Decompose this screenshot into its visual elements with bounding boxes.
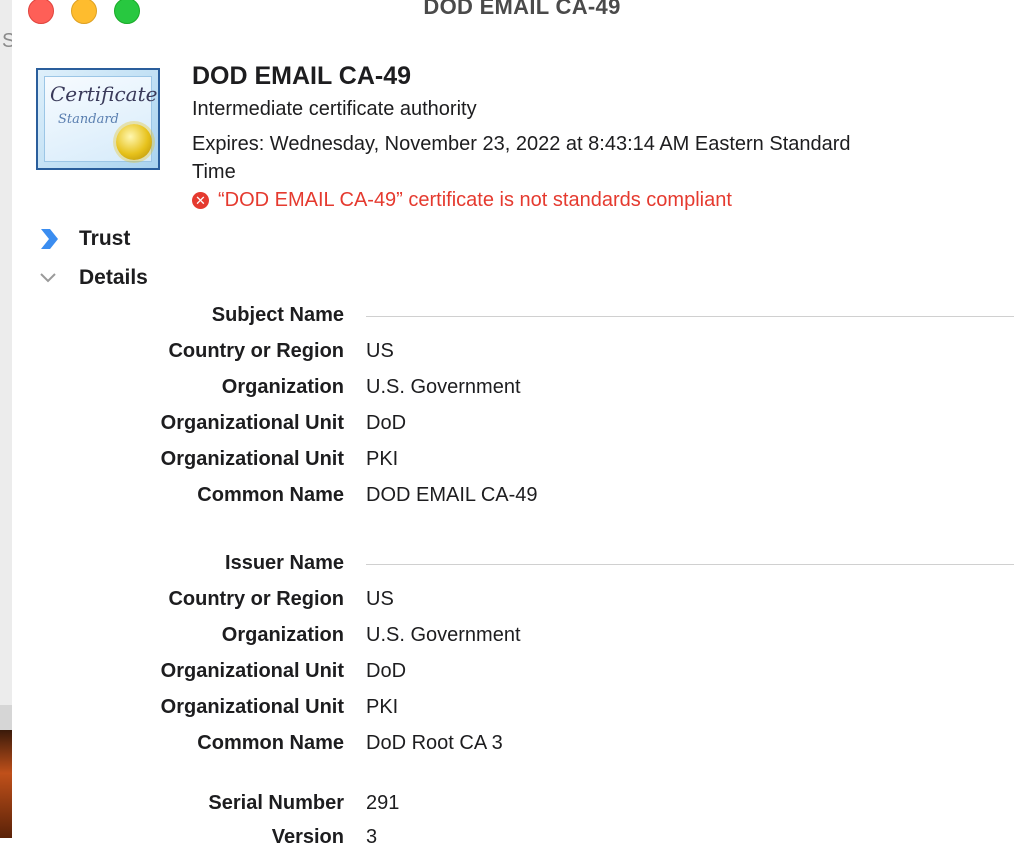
detail-label: Country or Region (168, 340, 344, 362)
details-disclosure[interactable]: Details (38, 266, 148, 290)
detail-row: Organizational Unit PKI (12, 448, 1012, 476)
detail-label: Common Name (197, 732, 344, 754)
certificate-name: DOD EMAIL CA-49 (192, 62, 412, 90)
serial-number-label: Serial Number (208, 792, 344, 814)
detail-row: Common Name DOD EMAIL CA-49 (12, 484, 1012, 512)
chevron-right-icon (41, 229, 58, 249)
trust-label: Trust (79, 227, 131, 250)
window-title: DOD EMAIL CA-49 (423, 0, 621, 19)
compliance-warning-text: “DOD EMAIL CA-49” certificate is not sta… (218, 189, 732, 211)
compliance-warning: ✕ “DOD EMAIL CA-49” certificate is not s… (192, 189, 732, 212)
subject-name-header: Subject Name (211, 304, 344, 326)
detail-row: Country or Region US (12, 340, 1012, 368)
detail-value: DoD (366, 660, 407, 682)
zoom-window-button[interactable] (114, 0, 140, 24)
minimize-window-button[interactable] (71, 0, 97, 24)
issuer-divider (366, 564, 1014, 565)
detail-row: Common Name DoD Root CA 3 (12, 732, 1012, 760)
traffic-lights (28, 0, 140, 24)
detail-row: Organization U.S. Government (12, 624, 1012, 652)
detail-value: DoD Root CA 3 (366, 732, 503, 754)
detail-value: US (366, 340, 394, 362)
detail-value: PKI (366, 448, 399, 470)
certificate-expiry: Expires: Wednesday, November 23, 2022 at… (192, 133, 851, 183)
detail-value: DoD (366, 412, 407, 434)
certificate-window: DOD EMAIL CA-49 Certificate Standard DOD… (12, 0, 1032, 848)
certificate-icon-subtext: Standard (58, 112, 119, 127)
detail-value: U.S. Government (366, 624, 521, 646)
detail-row: Organizational Unit PKI (12, 696, 1012, 724)
serial-number-row: Serial Number 291 (12, 792, 1012, 820)
detail-label: Organizational Unit (160, 448, 344, 470)
details-label: Details (79, 266, 148, 289)
version-row: Version 3 (12, 826, 1012, 854)
trust-disclosure[interactable]: Trust (38, 226, 130, 252)
subject-divider (366, 316, 1014, 317)
certificate-icon: Certificate Standard (36, 68, 160, 170)
detail-value: U.S. Government (366, 376, 521, 398)
detail-label: Organizational Unit (160, 412, 344, 434)
issuer-name-header: Issuer Name (225, 552, 344, 574)
detail-value: DOD EMAIL CA-49 (366, 484, 538, 506)
detail-label: Organization (221, 376, 344, 398)
detail-value: US (366, 588, 394, 610)
detail-label: Common Name (197, 484, 344, 506)
detail-row: Country or Region US (12, 588, 1012, 616)
detail-label: Country or Region (168, 588, 344, 610)
certificate-kind: Intermediate certificate authority (192, 98, 477, 120)
close-window-button[interactable] (28, 0, 54, 24)
background-photo (0, 730, 12, 838)
serial-number-value: 291 (366, 792, 400, 814)
background-window-strip (0, 705, 12, 730)
detail-row: Organizational Unit DoD (12, 412, 1012, 440)
chevron-down-icon (40, 273, 56, 283)
detail-label: Organization (221, 624, 344, 646)
detail-value: PKI (366, 696, 399, 718)
detail-label: Organizational Unit (160, 696, 344, 718)
certificate-icon-text: Certificate (50, 82, 158, 106)
seal-icon (116, 124, 152, 160)
detail-label: Organizational Unit (160, 660, 344, 682)
detail-row: Organizational Unit DoD (12, 660, 1012, 688)
error-icon: ✕ (192, 192, 209, 209)
detail-row: Organization U.S. Government (12, 376, 1012, 404)
